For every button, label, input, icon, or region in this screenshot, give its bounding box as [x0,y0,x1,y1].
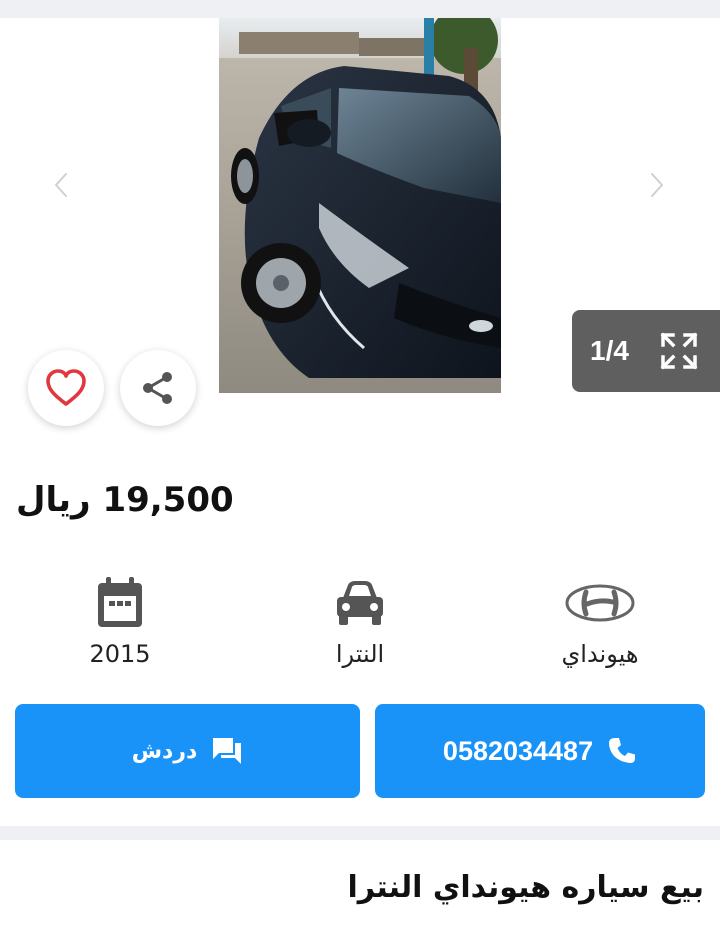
prev-image-button[interactable] [44,168,78,202]
phone-number: 0582034487 [442,735,594,766]
spec-make: هيونداي [520,572,680,668]
phone-icon [609,738,636,763]
car-photo[interactable] [219,18,501,393]
image-counter: 1/4 [590,335,629,366]
share-button[interactable] [120,350,196,426]
car-icon [337,581,383,625]
model-value: النترا [335,640,385,668]
spec-model: النترا [280,572,440,668]
image-gallery[interactable]: 1/4 [0,18,720,438]
chat-button[interactable]: دردش [15,704,360,798]
hyundai-logo-icon [565,584,635,622]
chevron-left-icon [53,171,69,199]
listing-title: بيع سياره هيونداي النترا [347,870,704,905]
chat-icon [213,738,242,764]
share-icon [143,372,172,404]
favorite-button[interactable] [28,350,104,426]
heart-icon [46,369,86,406]
year-value: 2015 [89,640,151,668]
price: 19,500 ريال [16,480,234,520]
make-value: هيونداي [561,640,639,668]
chat-label: دردش [131,738,198,764]
image-counter-fullscreen-button[interactable]: 1/4 [572,310,720,392]
calendar-icon [98,577,142,627]
fullscreen-icon [660,332,698,370]
spec-year: 2015 [40,572,200,668]
top-divider [0,0,720,18]
chevron-right-icon [649,171,665,199]
call-button[interactable]: 0582034487 [375,704,705,798]
car-image [219,18,501,393]
section-divider [0,826,720,840]
next-image-button[interactable] [640,168,674,202]
